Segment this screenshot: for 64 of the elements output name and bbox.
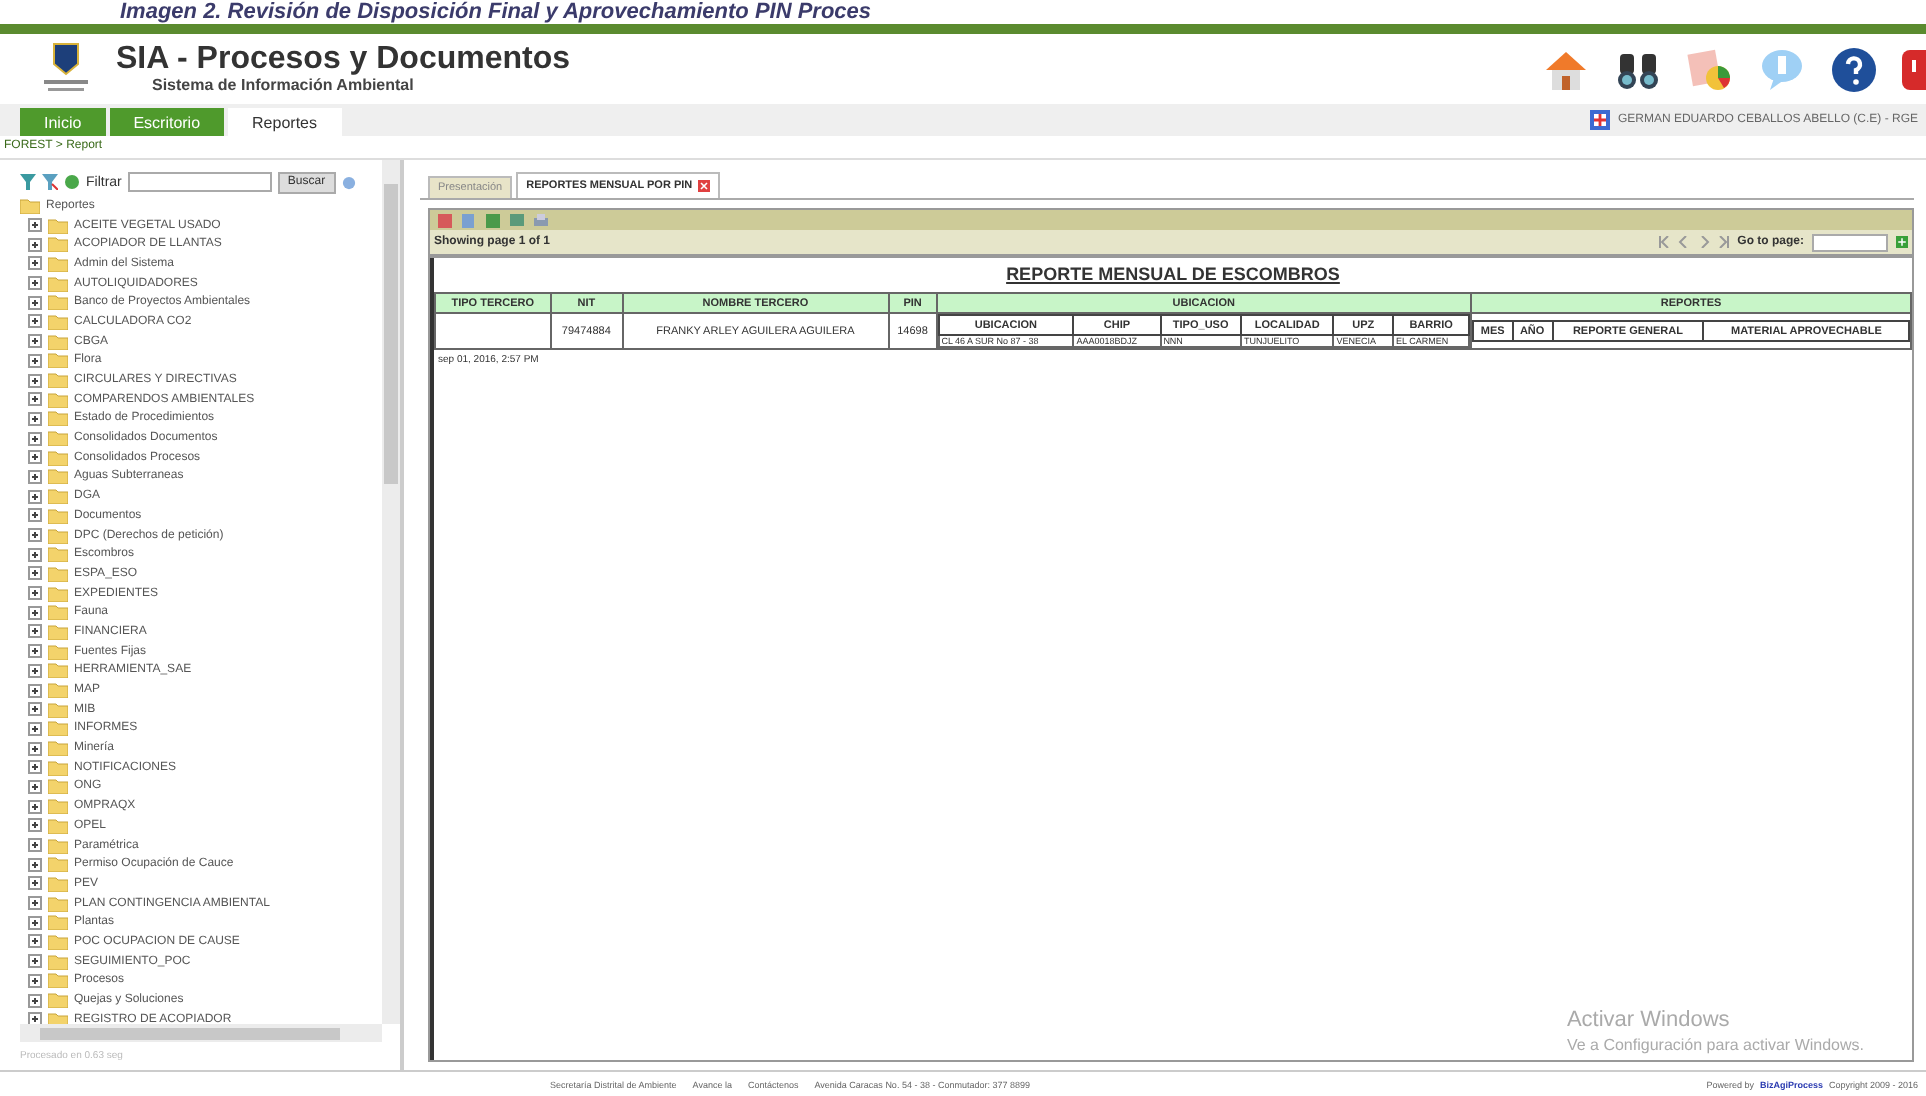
expand-icon[interactable]: [28, 605, 42, 620]
document-caption: Imagen 2. Revisión de Disposición Final y Aprovechamiento PIN Proces: [118, 0, 874, 24]
filter-icon[interactable]: [20, 174, 36, 190]
expand-icon[interactable]: [28, 644, 42, 659]
expand-icon[interactable]: [28, 915, 42, 930]
close-icon[interactable]: [698, 180, 711, 192]
expand-icon[interactable]: [28, 566, 42, 581]
expand-icon[interactable]: [28, 838, 42, 853]
vertical-scrollbar[interactable]: [382, 160, 400, 1024]
activation-title: Activar Windows: [1566, 1006, 1732, 1036]
expand-icon[interactable]: [28, 469, 42, 484]
expand-icon[interactable]: [28, 624, 42, 639]
expand-icon[interactable]: [28, 954, 42, 969]
expand-icon[interactable]: [28, 237, 42, 252]
nav-tab[interactable]: Escritorio: [109, 108, 225, 136]
expand-icon[interactable]: [28, 993, 42, 1008]
expand-icon[interactable]: [28, 760, 42, 775]
expand-icon[interactable]: [28, 218, 42, 233]
expand-icon[interactable]: [28, 392, 42, 407]
filter-clear-icon[interactable]: [42, 174, 58, 190]
expand-icon[interactable]: [28, 1012, 42, 1027]
expand-icon[interactable]: [28, 276, 42, 291]
charts-icon[interactable]: [1686, 45, 1734, 93]
expand-icon[interactable]: [28, 411, 42, 426]
expand-icon[interactable]: [28, 373, 42, 388]
expand-icon[interactable]: [28, 876, 42, 891]
filter-field[interactable]: [127, 172, 272, 192]
expand-icon[interactable]: [28, 857, 42, 872]
expand-icon[interactable]: [28, 702, 42, 717]
expand-icon[interactable]: [28, 353, 42, 368]
expand-icon[interactable]: [28, 741, 42, 756]
nav-tab[interactable]: Reportes: [228, 108, 341, 136]
expand-icon[interactable]: [28, 663, 42, 678]
refresh-icon[interactable]: [64, 174, 80, 190]
expand-icon[interactable]: [28, 489, 42, 504]
expand-icon[interactable]: [28, 779, 42, 794]
app-subtitle: Sistema de Información Ambiental: [150, 76, 416, 94]
report-title: REPORTE MENSUAL DE ESCOMBROS: [1004, 262, 1342, 288]
expand-icon[interactable]: [28, 314, 42, 329]
expand-icon[interactable]: [28, 508, 42, 523]
expand-icon[interactable]: [28, 799, 42, 814]
page-field[interactable]: [1812, 233, 1888, 251]
expand-icon[interactable]: [28, 256, 42, 271]
help-icon[interactable]: [1830, 45, 1878, 93]
expand-icon[interactable]: [28, 721, 42, 736]
expand-icon[interactable]: [28, 295, 42, 310]
expand-icon[interactable]: [28, 586, 42, 601]
app-title: SIA - Procesos y Documentos: [116, 44, 571, 76]
power-icon[interactable]: [1902, 45, 1926, 93]
nav-tab[interactable]: Inicio: [20, 108, 106, 136]
expand-icon[interactable]: [28, 973, 42, 988]
expand-icon[interactable]: [28, 528, 42, 543]
expand-icon[interactable]: [28, 547, 42, 562]
expand-icon[interactable]: [28, 334, 42, 349]
expand-icon[interactable]: [28, 818, 42, 833]
horizontal-scrollbar[interactable]: [20, 1024, 382, 1042]
expand-icon[interactable]: [28, 431, 42, 446]
activation-text: Ve a Configuración para activar Windows.: [1566, 1035, 1864, 1056]
go-icon[interactable]: [1896, 236, 1908, 248]
expand-icon[interactable]: [28, 896, 42, 911]
expand-icon[interactable]: [28, 450, 42, 465]
user-flag-icon: [1589, 110, 1610, 130]
expand-icon[interactable]: [28, 683, 42, 698]
expand-icon[interactable]: [28, 934, 42, 949]
